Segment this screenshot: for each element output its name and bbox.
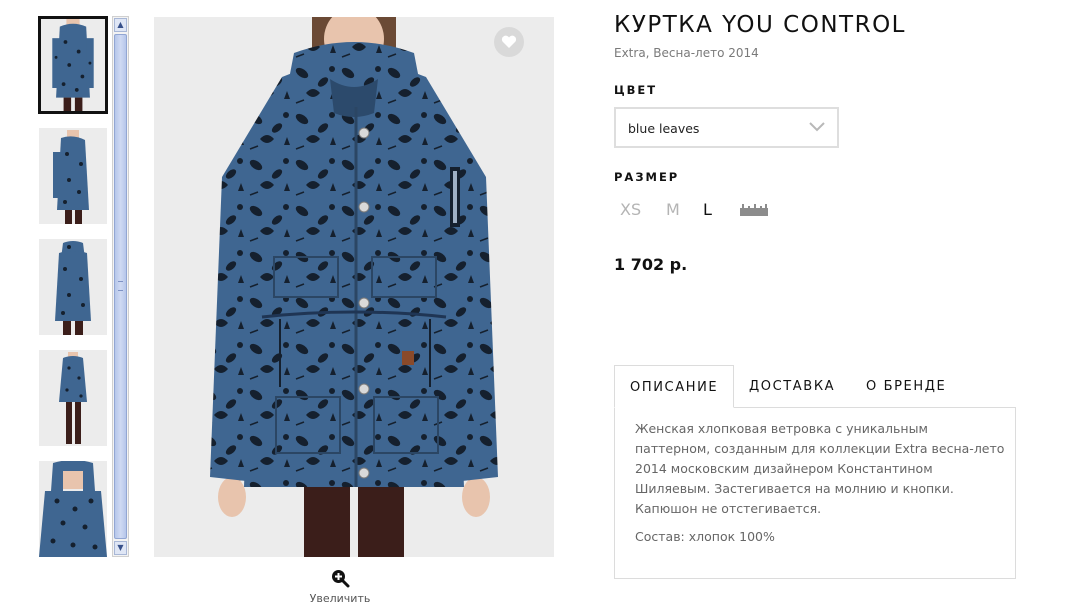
scrollbar-grip-icon [118,281,123,291]
size-option-xs[interactable]: XS [620,200,641,219]
zoom-in-icon [332,570,350,588]
heart-icon [501,35,517,48]
zoom-button[interactable]: Увеличить [300,568,380,605]
ruler-icon[interactable] [740,204,768,216]
thumbnail-4[interactable] [39,350,107,446]
favorite-button[interactable] [494,27,524,57]
description-text: Женская хлопковая ветровка с уникальным … [635,421,1005,516]
tab-panel-description: Женская хлопковая ветровка с уникальным … [614,407,1016,579]
product-subtitle: Extra, Весна-лето 2014 [614,46,759,60]
color-select[interactable]: blue leaves [614,107,839,148]
product-price: 1 702 р. [614,255,688,274]
thumbnail-gallery [38,16,108,561]
color-label: ЦВЕТ [614,83,658,97]
thumbnail-2[interactable] [39,128,107,224]
tab-description[interactable]: ОПИСАНИЕ [614,365,735,408]
product-photo [154,17,554,557]
tab-about-brand[interactable]: О БРЕНДЕ [866,365,946,408]
size-label: РАЗМЕР [614,170,680,184]
scroll-up-button[interactable]: ▲ [114,18,127,32]
thumbnail-5[interactable] [39,461,107,557]
scroll-down-button[interactable]: ▼ [114,541,127,555]
composition-text: Состав: хлопок 100% [635,529,775,544]
size-option-l[interactable]: L [703,200,712,219]
size-option-m[interactable]: M [666,200,680,219]
thumbnail-image [39,128,107,224]
scrollbar-thumb[interactable] [114,34,127,539]
product-title: КУРТКА YOU CONTROL [614,12,906,38]
zoom-label: Увеличить [309,592,371,605]
main-product-image[interactable] [154,17,554,557]
thumbnail-image [41,19,105,111]
color-select-value: blue leaves [628,121,700,136]
thumbnail-image [39,239,107,335]
tab-delivery[interactable]: ДОСТАВКА [749,365,835,408]
thumbnail-3[interactable] [39,239,107,335]
chevron-down-icon [809,122,825,132]
thumbnail-image [39,350,107,446]
thumbnail-1[interactable] [38,16,108,114]
thumbnail-image [39,461,107,557]
thumbnail-scrollbar[interactable]: ▲ ▼ [112,16,129,557]
